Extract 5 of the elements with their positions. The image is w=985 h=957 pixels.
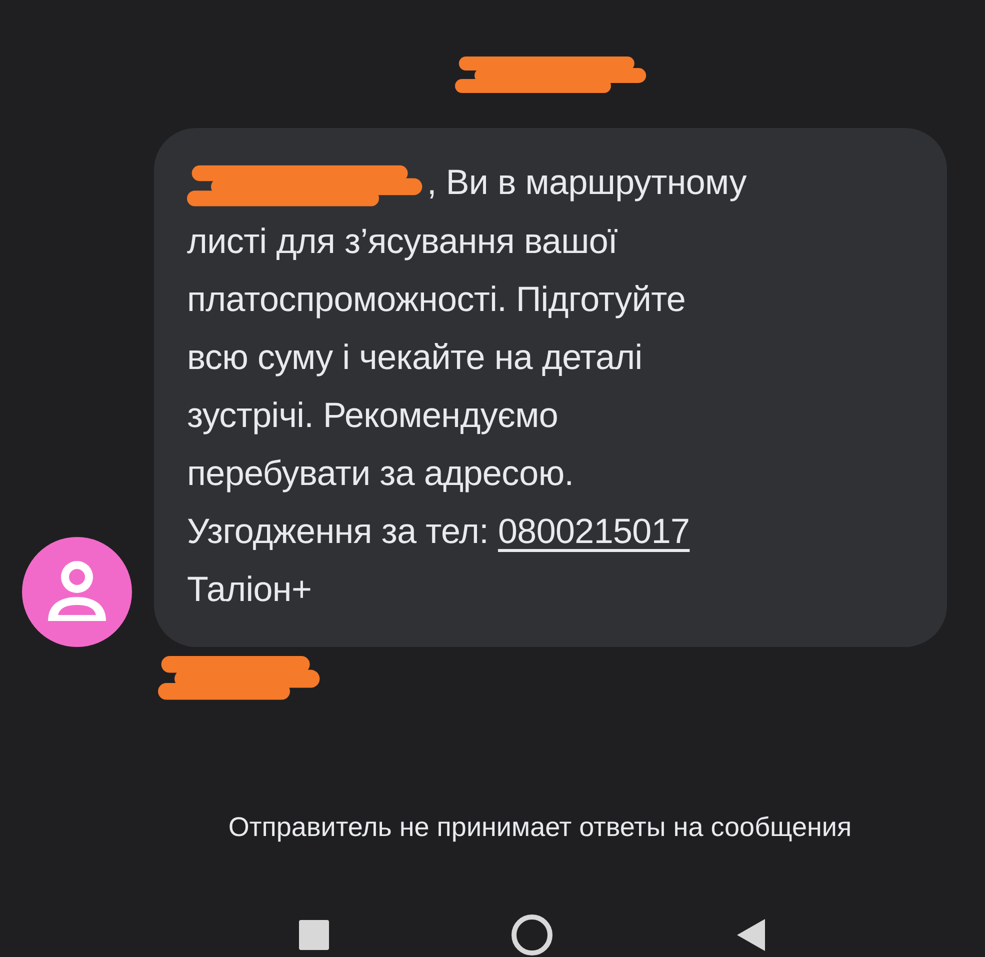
message-text: , Ви в маршрутному листі для з’ясування вашої платоспроможності. Підготуйте всю суму і чекайте на деталі зустрічі. Рекомендуємо перебувати за адресою. Узгодження за тел: 0800215017 Таліон+ [187,154,927,619]
home-icon[interactable] [510,913,554,957]
notice-text: Отправитель не принимает ответы на сообщения [227,812,853,843]
phone-link[interactable]: 0800215017 [498,512,690,551]
recents-icon[interactable] [298,919,330,951]
